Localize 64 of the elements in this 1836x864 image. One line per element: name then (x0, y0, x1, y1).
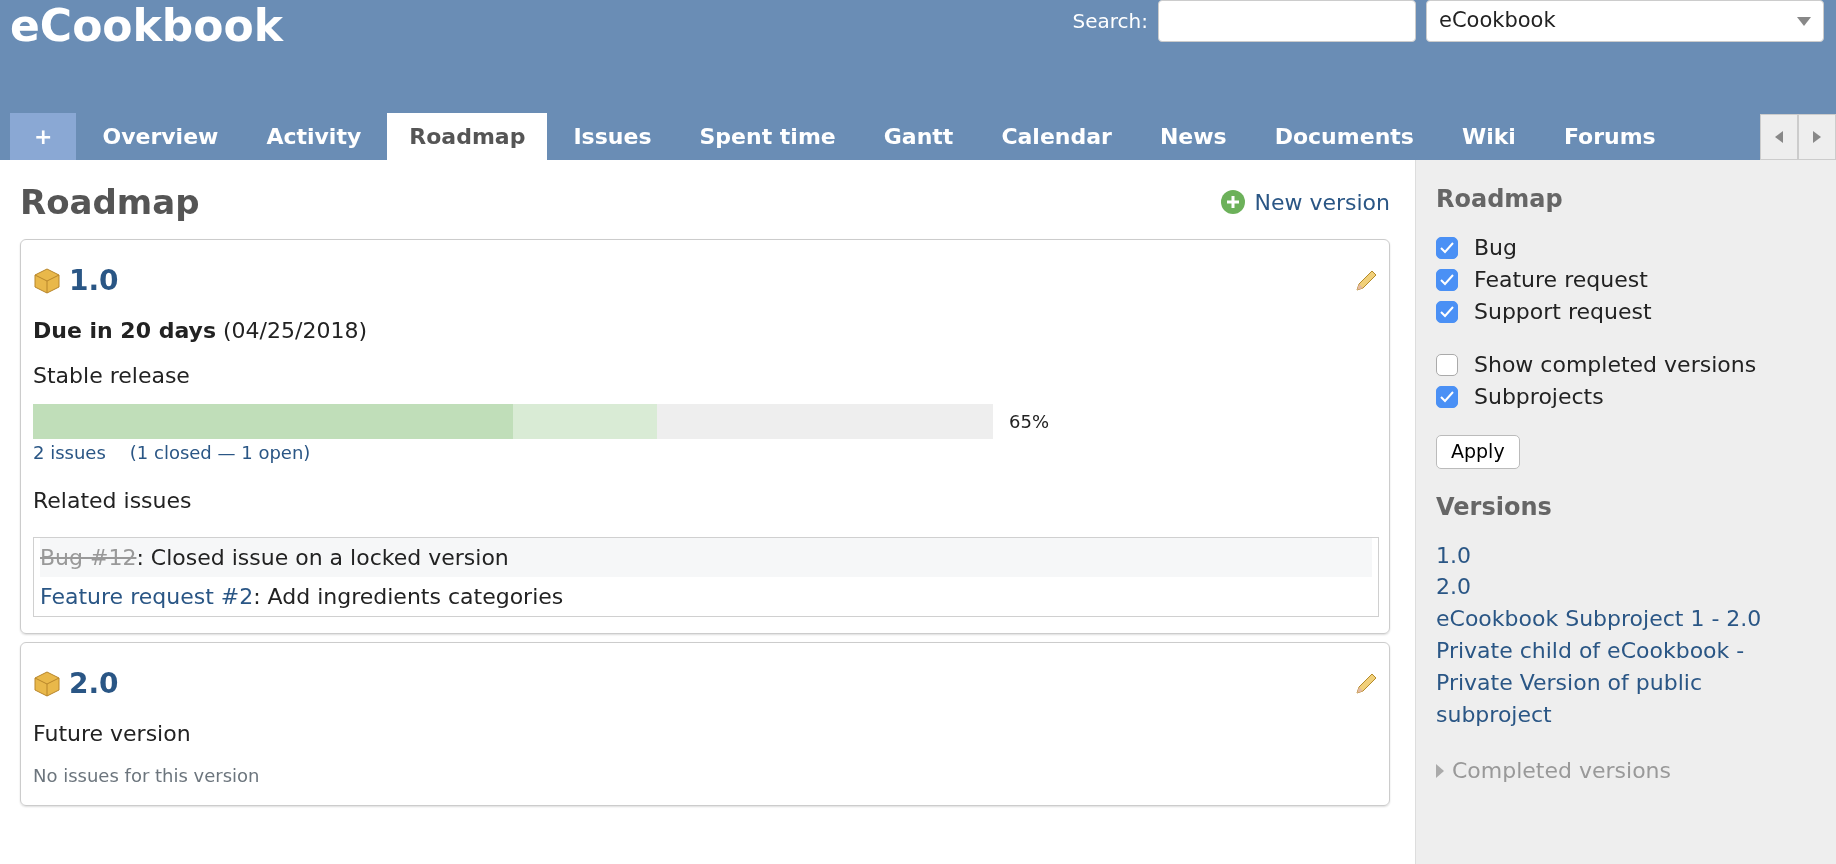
version-link[interactable]: 1.0 (1436, 539, 1816, 572)
progress-percent: 65% (1009, 409, 1049, 434)
issue-subject: : Closed issue on a locked version (136, 544, 509, 570)
new-version-link[interactable]: New version (1220, 185, 1390, 219)
checkbox[interactable] (1436, 236, 1458, 259)
search-field[interactable] (1158, 0, 1416, 42)
issue-link[interactable]: Feature request #2 (40, 583, 254, 609)
menu-tab[interactable]: Roadmap (387, 113, 548, 160)
version-link[interactable]: eCookbook Subproject 1 - 2.0 (1436, 603, 1816, 636)
menu-tab[interactable]: News (1137, 113, 1249, 160)
add-icon (1220, 189, 1247, 216)
menu-tab[interactable]: Calendar (979, 113, 1134, 160)
scroll-right-button[interactable] (1798, 114, 1836, 160)
no-issues-text: No issues for this version (33, 763, 261, 788)
check-icon (1440, 305, 1454, 318)
menu-tab[interactable]: Activity (244, 113, 384, 160)
caret-icon (1797, 16, 1811, 26)
version-link[interactable]: 2.0 (69, 662, 119, 705)
page-title: Roadmap (20, 182, 200, 223)
issues-link[interactable]: 2 issues (33, 438, 106, 466)
checkbox[interactable] (1436, 268, 1458, 291)
search-label: Search: (1072, 8, 1148, 35)
menu-tab[interactable]: Spent time (677, 113, 858, 160)
checkbox-label: Show completed versions (1474, 351, 1757, 380)
checkbox[interactable] (1436, 386, 1458, 409)
checkbox[interactable] (1436, 354, 1458, 377)
package-icon (33, 266, 61, 295)
new-item-tab[interactable]: + (10, 113, 77, 160)
package-icon (33, 669, 61, 698)
check-icon (1440, 391, 1454, 404)
sidebar-heading: Versions (1436, 492, 1553, 522)
menu-tab[interactable]: Issues (551, 113, 674, 160)
version-description: Stable release (33, 361, 191, 390)
project-select[interactable]: eCookbook (1426, 0, 1824, 42)
issue-link[interactable]: Bug #12 (40, 544, 137, 570)
right-arrow-icon (1813, 131, 1821, 143)
menu-tab[interactable]: Gantt (861, 113, 976, 160)
version-link[interactable]: Private child of eCookbook - Private Version of public subproject (1436, 635, 1816, 731)
related-issues-heading: Related issues (33, 486, 193, 515)
menu-tab[interactable]: Overview (80, 113, 241, 160)
due-date-text: Due in 20 days (04/25/2018) (33, 316, 368, 345)
apply-button[interactable]: Apply (1436, 435, 1520, 469)
version-description: Future version (33, 719, 192, 748)
scroll-left-button[interactable] (1760, 114, 1798, 160)
checkbox[interactable] (1436, 300, 1458, 323)
check-icon (1440, 241, 1454, 254)
checkbox-label: Subprojects (1474, 383, 1604, 412)
project-title[interactable]: eCookbook (10, 0, 284, 52)
menu-tab[interactable]: Forums (1541, 113, 1678, 160)
checkbox-label: Feature request (1474, 265, 1648, 294)
version-link[interactable]: 2.0 (1436, 571, 1816, 604)
sidebar-heading: Roadmap (1436, 185, 1564, 214)
expand-arrow-icon (1436, 763, 1444, 778)
menu-tab[interactable]: Documents (1252, 113, 1436, 160)
checkbox-label: Bug (1474, 233, 1517, 262)
issue-subject: : Add ingredients categories (253, 583, 564, 609)
menu-tab[interactable]: Wiki (1439, 113, 1538, 160)
issues-summary-link[interactable]: (1 closed — 1 open) (129, 438, 311, 466)
left-arrow-icon (1775, 131, 1783, 143)
completed-versions-toggle[interactable]: Completed versions (1436, 754, 1816, 787)
completed-versions-label: Completed versions (1452, 756, 1672, 785)
checkbox-label: Support request (1474, 297, 1652, 326)
version-link[interactable]: 1.0 (69, 259, 119, 302)
check-icon (1440, 273, 1454, 286)
